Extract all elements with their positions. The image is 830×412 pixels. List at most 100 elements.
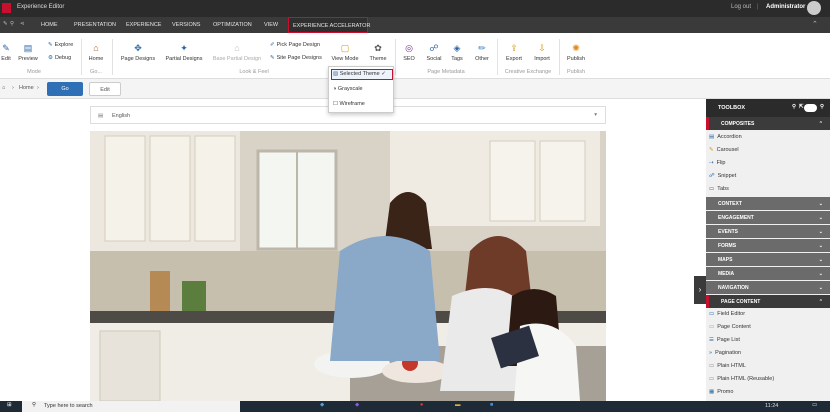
toolbox-item[interactable]: ▭ Plain HTML	[709, 363, 746, 369]
taskbar-app-icon[interactable]: ◆	[320, 402, 324, 408]
toolbox-item[interactable]: ▭ Tabs	[709, 186, 729, 192]
debug-button[interactable]: ⚙ Debug	[48, 55, 71, 61]
breadcrumb-root-icon[interactable]: ⌂	[2, 85, 5, 91]
toolbox-item[interactable]: ▭ Plain HTML (Reusable)	[709, 376, 774, 382]
page-designs-button[interactable]: ✥ Page Designs	[121, 43, 155, 62]
home-button[interactable]: ⌂ Home	[89, 43, 104, 62]
section-page-content[interactable]: PAGE CONTENT ⌃	[706, 295, 830, 308]
explore-icon: ✎	[48, 42, 53, 48]
edit-page-button[interactable]: Edit	[89, 82, 121, 96]
toolbox-item[interactable]: ☍ Snippet	[709, 173, 736, 179]
notifications-icon[interactable]: ▭	[812, 402, 817, 408]
edit-button[interactable]: ✎ Edit	[1, 43, 10, 62]
section-media[interactable]: MEDIA ⌄	[706, 267, 830, 280]
logout-link[interactable]: Log out	[731, 4, 751, 10]
go-button[interactable]: Go	[47, 82, 83, 96]
user-name[interactable]: Administrator	[766, 4, 805, 10]
tab-experience[interactable]: EXPERIENCE	[126, 22, 161, 28]
site-page-designs-button[interactable]: ✎ Site Page Designs	[270, 55, 322, 61]
toolbox-item[interactable]: ☰ Page List	[709, 337, 740, 343]
tab-home[interactable]: HOME	[41, 22, 58, 28]
pin-icon[interactable]: ⚲	[820, 104, 824, 110]
hero-image[interactable]	[90, 131, 606, 401]
chevron-down-icon: ⌄	[818, 215, 823, 221]
section-forms[interactable]: FORMS ⌄	[706, 239, 830, 252]
search-icon: ⚲	[32, 402, 37, 408]
toolbox-title: TOOLBOX	[718, 105, 746, 111]
collapse-ribbon-icon[interactable]: ⌃	[812, 20, 818, 28]
toolbox-item[interactable]: ▭ Page Content	[709, 324, 751, 330]
taskbar-app-icon[interactable]: ◆	[355, 402, 359, 408]
taskbar-app-icon[interactable]: ■	[490, 402, 493, 408]
theme-option-wireframe[interactable]: ☐ Wireframe	[333, 101, 365, 107]
pointer-icon[interactable]: ⇱	[799, 104, 804, 110]
publish-button[interactable]: ✺ Publish	[567, 43, 585, 62]
taskbar-search[interactable]: ⚲ Type here to search	[22, 401, 240, 412]
divider	[497, 39, 498, 75]
pick-page-design-icon: ✐	[270, 42, 275, 48]
toolbox-item[interactable]: ▭ Field Editor	[709, 311, 745, 317]
theme-option-grayscale[interactable]: ◑ Grayscale	[333, 86, 363, 92]
promo-icon: ▦	[709, 389, 715, 395]
social-button[interactable]: ☍ Social	[427, 43, 442, 62]
toolbox-item[interactable]: ⇢ Flip	[709, 160, 725, 166]
toolbox-item[interactable]: ▤ Accordion	[709, 134, 742, 140]
share-icon[interactable]: ⋖	[20, 21, 25, 27]
export-button[interactable]: ⇪ Export	[506, 43, 522, 62]
chevron-down-icon: ⌄	[818, 201, 823, 207]
edit-mode-icon[interactable]: ✎	[3, 21, 8, 27]
ribbon: ✎ Edit ▤ Preview ✎ Explore ⚙ Debug Mode ⌂ Hom…	[0, 33, 830, 79]
tabs-icon: ▭	[709, 186, 715, 192]
theme-option-selected[interactable]: ▨ Selected Theme ✓	[333, 71, 386, 77]
theme-button[interactable]: ✿ Theme	[369, 43, 386, 62]
tab-view[interactable]: VIEW	[264, 22, 278, 28]
clock[interactable]: 11:24	[765, 403, 778, 409]
section-maps[interactable]: MAPS ⌄	[706, 253, 830, 266]
preview-button[interactable]: ▤ Preview	[18, 43, 38, 62]
import-button[interactable]: ⇩ Import	[534, 43, 550, 62]
sitecore-logo	[2, 3, 11, 13]
pick-page-design-button[interactable]: ✐ Pick Page Design	[270, 42, 320, 48]
export-icon: ⇪	[510, 43, 518, 53]
chevron-down-icon: ⌄	[818, 243, 823, 249]
toolbox-item[interactable]: ✎ Carousel	[709, 147, 739, 153]
breadcrumb-home[interactable]: Home	[19, 85, 34, 91]
section-events[interactable]: EVENTS ⌄	[706, 225, 830, 238]
partial-designs-button[interactable]: ✦ Partial Designs	[166, 43, 203, 62]
taskbar-app-icon[interactable]: ●	[420, 402, 423, 408]
taskbar: ⊞ ⚲ Type here to search ◆ ◆ ● ▬ ■ 11:24 …	[0, 401, 830, 412]
tab-experience-accelerator[interactable]: EXPERIENCE ACCELERATOR	[288, 17, 370, 33]
toolbox-item[interactable]: » Pagination	[709, 350, 741, 356]
section-composites[interactable]: COMPOSITES ⌃	[706, 117, 830, 130]
tags-button[interactable]: ◈ Tags	[451, 43, 463, 62]
explore-button[interactable]: ✎ Explore	[48, 42, 73, 48]
tags-icon: ◈	[453, 43, 461, 53]
wireframe-icon: ☐	[333, 101, 338, 107]
base-partial-design-icon: ⌂	[234, 43, 240, 53]
taskbar-app-icon[interactable]: ▬	[455, 402, 461, 408]
windows-icon[interactable]: ⊞	[7, 402, 12, 408]
base-partial-design-button[interactable]: ⌂ Base Partial Design	[213, 43, 261, 62]
other-icon: ✏	[478, 43, 486, 53]
toolbox-item[interactable]: ▦ Promo	[709, 389, 733, 395]
seo-button[interactable]: ◎ SEO	[403, 43, 415, 62]
divider	[81, 39, 82, 75]
avatar[interactable]	[807, 1, 821, 15]
other-button[interactable]: ✏ Other	[475, 43, 489, 62]
chevron-up-icon: ⌃	[818, 299, 823, 305]
toolbox-toggle[interactable]: ›	[694, 276, 706, 304]
search-icon[interactable]: ⚲	[792, 104, 796, 110]
tab-versions[interactable]: VERSIONS	[172, 22, 200, 28]
section-navigation[interactable]: NAVIGATION ⌄	[706, 281, 830, 294]
field-editor-icon: ▭	[709, 311, 715, 317]
section-context[interactable]: CONTEXT ⌄	[706, 197, 830, 210]
view-mode-button[interactable]: ▢ View Mode	[331, 43, 358, 62]
tab-optimization[interactable]: OPTIMIZATION	[213, 22, 252, 28]
toolbox-panel: TOOLBOX ⚲ ⇱ ⚲ COMPOSITES ⌃ ▤ Accordion ✎ Ca…	[706, 99, 830, 401]
breadcrumb: ⌂ › Home › Go Edit	[0, 79, 830, 99]
search-placeholder: Type here to search	[44, 403, 93, 409]
search-icon[interactable]: ⚲	[10, 21, 14, 27]
section-engagement[interactable]: ENGAGEMENT ⌄	[706, 211, 830, 224]
toggle-switch[interactable]	[804, 104, 817, 112]
tab-presentation[interactable]: PRESENTATION	[74, 22, 116, 28]
